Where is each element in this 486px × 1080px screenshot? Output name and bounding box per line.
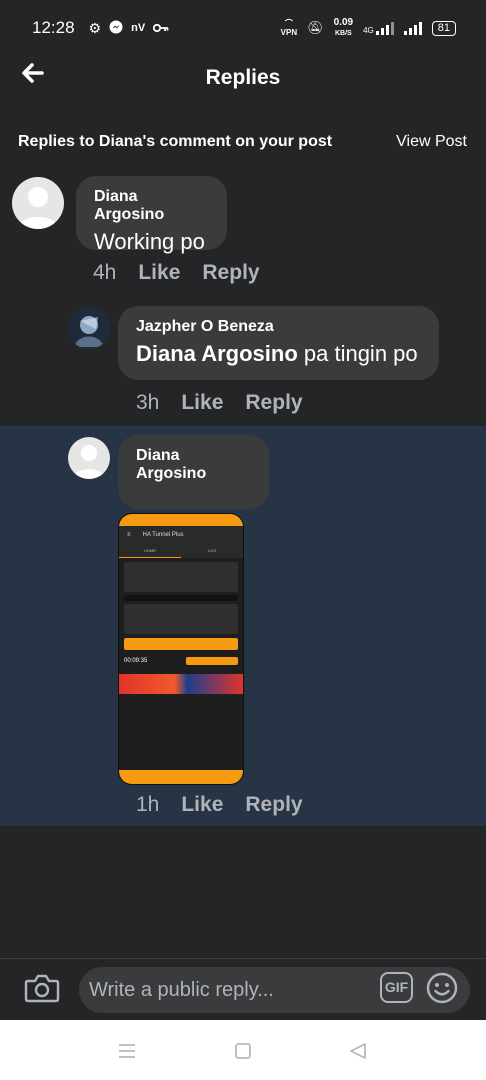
view-post-link[interactable]: View Post — [396, 133, 467, 151]
speed-unit: KB/S — [334, 29, 352, 37]
attachment-progress — [124, 595, 238, 601]
home-icon[interactable] — [233, 1042, 253, 1060]
gif-button[interactable]: GIF — [380, 972, 413, 1003]
comment-bubble[interactable]: Jazpher O Beneza Diana Argosino pa tingi… — [118, 306, 439, 380]
comment-author[interactable]: Diana Argosino — [136, 447, 251, 483]
signal-4g-icon: 4G — [363, 21, 394, 35]
comment-text: Working po — [94, 229, 205, 254]
attachment-tabs: HOME LOG — [119, 544, 243, 558]
bell-off-icon: 🔕︎ — [307, 20, 324, 35]
back-triangle-icon[interactable] — [348, 1042, 368, 1060]
comment-author[interactable]: Jazpher O Beneza — [136, 318, 421, 336]
avatar[interactable] — [68, 307, 110, 349]
comment-bubble[interactable]: Diana Argosino Working po — [76, 176, 227, 254]
comment-actions: 4h Like Reply — [93, 261, 260, 285]
attachment-status-bar — [119, 514, 243, 526]
messenger-icon — [109, 20, 123, 37]
screenshot-attachment[interactable]: ≡ HA Tunnel Plus HOME LOG 00:09:35 — [118, 513, 244, 785]
vpn-icon: ⌒ VPN — [280, 19, 298, 37]
speed-value: 0.09 — [333, 16, 354, 28]
attachment-menu-icon: ≡ — [127, 532, 131, 538]
comment-text-body: pa tingin po — [297, 341, 418, 366]
network-type: 4G — [363, 25, 374, 35]
replies-context-text: Replies to Diana's comment on your post — [18, 133, 333, 150]
attachment-nav-bar — [119, 770, 243, 784]
like-button[interactable]: Like — [181, 391, 223, 415]
gear-icon: ⚙ — [88, 19, 102, 36]
page-title: Replies — [205, 66, 281, 89]
reply-button[interactable]: Reply — [202, 261, 259, 285]
menu-icon[interactable] — [117, 1042, 137, 1060]
attachment-tab: LOG — [207, 548, 217, 553]
attachment-timer-row: 00:09:35 — [124, 654, 238, 668]
attachment-app-title: HA Tunnel Plus — [142, 532, 184, 538]
vpn-label: VPN — [280, 28, 298, 37]
reply-composer: GIF — [0, 958, 486, 1020]
reply-button[interactable]: Reply — [245, 793, 302, 817]
attachment-ad-banner — [119, 674, 243, 694]
replies-subheader: Replies to Diana's comment on your post … — [18, 130, 467, 154]
attachment-server-card — [124, 562, 238, 592]
app-header: Replies — [0, 56, 486, 100]
battery-icon: 81 — [431, 20, 456, 36]
comment-bubble[interactable]: Diana Argosino — [118, 435, 269, 509]
system-nav-bar — [0, 1020, 486, 1080]
attachment-pill — [186, 657, 238, 665]
attachment-tab: HOME — [119, 544, 181, 558]
attachment-timer: 00:09:35 — [124, 658, 148, 664]
network-label: nV — [131, 22, 146, 34]
comment-text: Diana Argosino pa tingin po — [136, 341, 418, 366]
back-arrow-icon[interactable] — [18, 58, 48, 88]
avatar[interactable] — [12, 177, 64, 229]
comment-time: 4h — [93, 261, 117, 284]
comment-actions: 1h Like Reply — [136, 793, 303, 817]
status-bar: 12:28 ⚙ nV ⌒ VPN 🔕︎ 0.09 KB/S 4G 81 — [0, 0, 486, 56]
comment-time: 3h — [136, 391, 160, 414]
signal-icon — [403, 21, 422, 35]
camera-icon[interactable] — [24, 972, 60, 1004]
comment-author[interactable]: Diana Argosino — [94, 188, 209, 224]
status-time: 12:28 — [32, 18, 75, 37]
like-button[interactable]: Like — [181, 793, 223, 817]
comment-actions: 3h Like Reply — [136, 391, 303, 415]
status-right: ⌒ VPN 🔕︎ 0.09 KB/S 4G 81 — [280, 16, 456, 39]
attachment-app-bar: ≡ HA Tunnel Plus — [119, 526, 243, 544]
attachment-body: 00:09:35 — [119, 558, 243, 672]
comment-time: 1h — [136, 793, 160, 816]
avatar[interactable] — [68, 437, 110, 479]
reply-button[interactable]: Reply — [245, 391, 302, 415]
like-button[interactable]: Like — [138, 261, 180, 285]
network-speed: 0.09 KB/S — [333, 16, 354, 39]
mention-link[interactable]: Diana Argosino — [136, 341, 298, 366]
attachment-payload-card — [124, 604, 238, 634]
key-icon — [153, 20, 169, 36]
emoji-icon[interactable] — [426, 972, 458, 1004]
attachment-stop-button — [124, 638, 238, 650]
